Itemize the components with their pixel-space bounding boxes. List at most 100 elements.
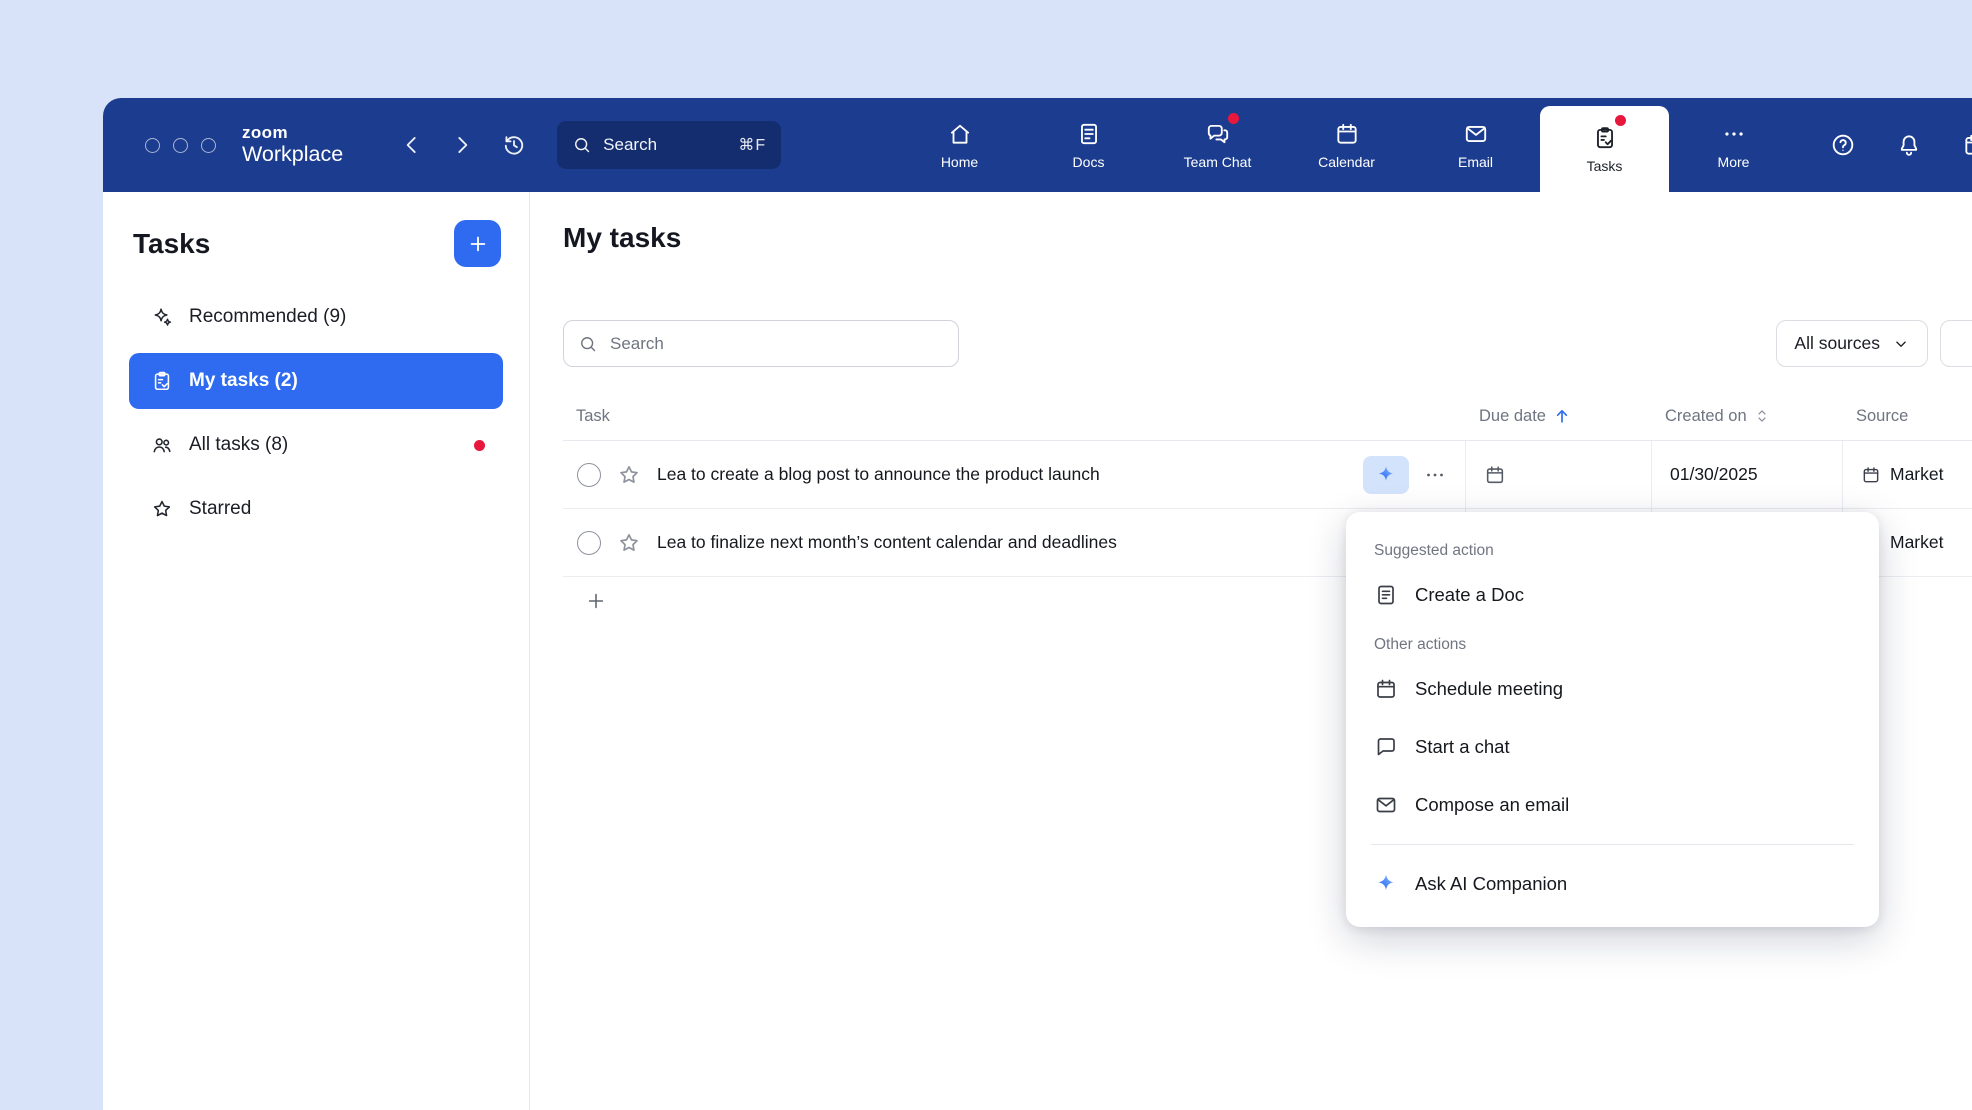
clipped-edge-button[interactable] [1940,320,1972,367]
nav-team-chat[interactable]: Team Chat [1153,98,1282,192]
task-row[interactable]: Lea to create a blog post to announce th… [563,441,1972,509]
star-icon[interactable] [617,531,641,555]
sort-ascending-icon [1552,406,1572,426]
nav-docs[interactable]: Docs [1024,98,1153,192]
menu-item-label: Start a chat [1415,736,1510,758]
menu-item-start-chat[interactable]: Start a chat [1346,718,1879,776]
forward-button[interactable] [449,132,475,158]
notification-dot [1615,115,1626,126]
email-icon [1374,793,1398,817]
table-header: Task Due date Created on Source [563,392,1972,441]
sidebar-item-label: Recommended (9) [189,306,346,328]
window-controls [145,138,216,153]
ellipsis-icon [1423,463,1447,487]
sources-filter-label: All sources [1794,333,1880,354]
global-search[interactable]: Search ⌘F [557,121,781,169]
nav-calendar[interactable]: Calendar [1282,98,1411,192]
chat-bubble-icon [1374,735,1398,759]
chevron-left-icon [399,132,425,158]
sparkle-icon [151,306,173,328]
nav-home[interactable]: Home [895,98,1024,192]
task-title: Lea to finalize next month’s content cal… [657,532,1465,553]
workplace-wordmark: Workplace [242,143,343,166]
back-button[interactable] [399,132,425,158]
menu-item-compose-email[interactable]: Compose an email [1346,776,1879,834]
add-due-date-button[interactable] [1484,464,1506,486]
menu-section-label: Other actions [1346,624,1879,660]
global-search-label: Search [603,135,657,155]
task-search-input[interactable] [608,333,944,355]
column-header-created-on[interactable]: Created on [1651,407,1842,426]
nav-label: Email [1458,154,1493,170]
calendar-icon [1374,677,1398,701]
menu-item-schedule-meeting[interactable]: Schedule meeting [1346,660,1879,718]
menu-item-label: Schedule meeting [1415,678,1563,700]
ai-actions-menu: Suggested action Create a Doc Other acti… [1346,512,1879,927]
sources-filter-dropdown[interactable]: All sources [1776,320,1928,367]
chevron-down-icon [1892,335,1910,353]
star-icon[interactable] [617,463,641,487]
nav-label: Tasks [1587,158,1623,174]
nav-email[interactable]: Email [1411,98,1540,192]
sidebar-item-recommended[interactable]: Recommended (9) [129,289,503,345]
menu-section-label: Suggested action [1346,530,1879,566]
due-date-cell [1465,441,1651,508]
column-label: Created on [1665,407,1747,426]
menu-item-ask-ai-companion[interactable]: Ask AI Companion [1346,855,1879,913]
menu-item-create-doc[interactable]: Create a Doc [1346,566,1879,624]
more-icon [1721,121,1747,147]
source-value: Market [1890,532,1943,553]
column-header-source[interactable]: Source [1842,407,1972,426]
sidebar-item-all-tasks[interactable]: All tasks (8) [129,417,503,473]
nav-label: More [1718,154,1750,170]
new-task-button[interactable] [454,220,501,267]
sidebar-item-label: My tasks (2) [189,370,298,392]
sidebar-title: Tasks [133,228,210,260]
calendar-icon [1334,121,1360,147]
sidebar-item-my-tasks[interactable]: My tasks (2) [129,353,503,409]
doc-icon [1374,583,1398,607]
zoom-wordmark: zoom [242,124,343,142]
column-header-due-date[interactable]: Due date [1465,406,1651,426]
sidebar: Tasks Recommended (9) My tasks (2) [103,192,530,1110]
window-control-zoom[interactable] [201,138,216,153]
nav-label: Team Chat [1184,154,1252,170]
menu-item-label: Compose an email [1415,794,1569,816]
notification-dot [1228,113,1239,124]
task-checkbox[interactable] [577,463,601,487]
ai-companion-button[interactable] [1363,456,1409,494]
nav-label: Calendar [1318,154,1375,170]
clipboard-check-icon [151,370,173,392]
sidebar-item-label: All tasks (8) [189,434,288,456]
page-title: My tasks [563,222,681,254]
menu-item-label: Ask AI Companion [1415,873,1567,895]
nav-tasks[interactable]: Tasks [1540,106,1669,192]
task-search[interactable] [563,320,959,367]
docs-icon [1076,121,1102,147]
column-header-task[interactable]: Task [563,407,1465,426]
row-more-button[interactable] [1423,463,1447,487]
window-control-minimize[interactable] [173,138,188,153]
search-icon [578,334,598,354]
history-button[interactable] [501,132,527,158]
source-app-icon [1861,465,1881,485]
topbar: zoom Workplace Search ⌘F [103,98,1972,192]
task-checkbox[interactable] [577,531,601,555]
window-control-close[interactable] [145,138,160,153]
ai-sparkle-icon [1375,464,1397,486]
nav-more[interactable]: More [1669,98,1798,192]
tasks-icon [1592,125,1618,151]
sidebar-item-starred[interactable]: Starred [129,481,503,537]
created-on-cell: 01/30/2025 [1651,441,1842,508]
nav-label: Docs [1073,154,1105,170]
ai-sparkle-icon [1374,872,1398,896]
brand-logo: zoom Workplace [242,124,343,166]
search-shortcut: ⌘F [738,135,766,155]
task-cell: Lea to finalize next month’s content cal… [563,509,1465,576]
sort-icon [1753,407,1771,425]
add-task-button[interactable] [585,590,607,612]
column-label: Task [576,407,610,426]
column-label: Source [1856,407,1908,426]
task-title: Lea to create a blog post to announce th… [657,464,1363,485]
desktop-background: zoom Workplace Search ⌘F [0,0,1972,1110]
